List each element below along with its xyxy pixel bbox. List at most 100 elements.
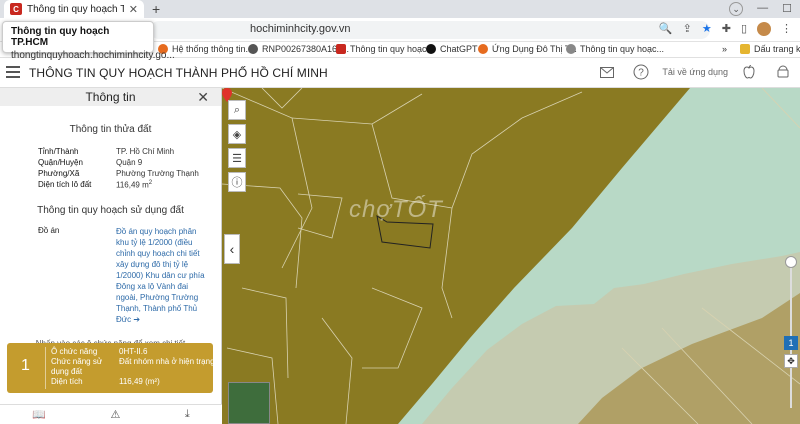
zoom-track [790,258,792,408]
minimize-icon[interactable]: — [757,2,768,16]
side-panel-icon[interactable]: ▯ [741,22,747,36]
close-icon[interactable]: ✕ [197,89,209,106]
header-icons: ? Tải về ứng dụng [590,62,800,82]
bookmark-item[interactable]: Thông tin quy hoạc... [336,44,434,54]
parcel-info-list: Tỉnh/Thành TP. Hồ Chí Minh Quận/Huyện Quận… [0,147,221,190]
lot-row: Diện tích 116,49 (m²) [51,377,215,387]
menu-icon[interactable]: ⋮ [781,22,792,36]
mail-icon[interactable] [597,62,617,82]
parcel-value: 116,49 m2 [116,180,152,190]
help-icon[interactable]: ? [631,62,651,82]
zoom-slider[interactable]: 1 ✥ [784,256,798,408]
bookmark-item[interactable]: Ứng Dụng Đô Thị T... [478,44,577,54]
window-controls: ⌄ — ☐ [729,2,792,16]
apple-icon[interactable] [739,62,759,82]
warning-icon[interactable]: ⚠ [110,408,120,421]
android-icon[interactable] [773,62,793,82]
legend-list-icon[interactable]: ☰ [228,148,246,168]
bookmark-item[interactable]: RNP00267380A16F... [248,44,349,54]
area-value: 116,49 m [116,180,149,190]
lot-row: Chức năng sử dụng đất Đất nhóm nhà ở hiện… [51,357,215,377]
hamburger-menu-icon[interactable] [6,66,20,78]
tooltip-title: Thông tin quy hoạch TP.HCM [11,26,110,48]
lot-value: Đất nhóm nhà ở hiện trạng [119,357,215,366]
search-icon[interactable]: ⌕ [228,100,246,120]
lot-key: Ô chức năng [51,347,98,356]
info-panel: Thông tin ✕ Thông tin thửa đất Tỉnh/Thàn… [0,88,222,424]
parcel-row: Tỉnh/Thành TP. Hồ Chí Minh [38,147,221,156]
globe-icon [566,44,576,54]
zoom-top-handle[interactable] [785,256,797,268]
map-toolbar: ⌕ ◈ ☰ ⓘ [228,100,246,196]
parcel-value: TP. Hồ Chí Minh [116,147,175,156]
new-tab-button[interactable]: + [152,1,160,17]
profile-avatar[interactable] [757,22,771,36]
tab-hover-tooltip: Thông tin quy hoạch TP.HCM thongtinquyho… [2,21,175,61]
maximize-icon[interactable]: ☐ [782,2,792,16]
section-usage-title: Thông tin quy hoạch sử dụng đất [37,204,184,216]
zoom-level-indicator[interactable]: 1 [784,336,798,350]
zoom-icon[interactable]: 🔍 [659,22,673,36]
parcel-key: Tỉnh/Thành [38,147,79,156]
lot-info: Ô chức năng 0HT-II.6 Chức năng sử dụng đấ… [51,347,215,387]
parcel-key: Diện tích lô đất [38,180,92,189]
url-field[interactable]: hochiminhcity.gov.vn [150,21,710,39]
bookmark-label: ChatGPT [440,44,478,54]
layers-icon[interactable]: ◈ [228,124,246,144]
close-icon[interactable]: ✕ [129,3,138,16]
section-parcel-title: Thông tin thửa đất [69,124,152,135]
plan-row: Đồ án Đồ án quy hoạch phân khu tỷ lệ 1/2… [38,226,221,325]
toolbar-icons: 🔍 ⇪ ★ ✚ ▯ ⋮ [659,22,792,36]
book-icon[interactable]: 📖 [32,408,46,421]
bookmark-folder[interactable]: Dấu trang khá [740,44,800,54]
site-favicon-icon: C [10,3,22,15]
bookmark-item[interactable]: ChatGPT [426,44,478,54]
share-icon[interactable]: ⇪ [683,22,692,36]
download-app-label[interactable]: Tải về ứng dụng [662,67,728,77]
bookmark-label: Hệ thống thông tin... [172,44,254,54]
parcel-key: Phường/Xã [38,169,80,178]
lot-value: 0HT-II.6 [119,347,148,356]
chatgpt-icon [426,44,436,54]
orange-site-icon [478,44,488,54]
panel-title: Thông tin [85,90,136,104]
gear-icon [248,44,258,54]
lot-divider [45,347,46,389]
site-favicon-icon [336,44,346,54]
chevron-down-icon[interactable]: ⌄ [729,2,744,16]
bookmark-item[interactable]: Thông tin quy hoạc... [566,44,664,54]
parcel-row: Phường/Xã Phường Trường Thạnh [38,169,221,178]
panel-footer: 📖 ⚠ ⤓ [0,404,222,424]
lot-card[interactable]: 1 Ô chức năng 0HT-II.6 Chức năng sử dụng … [7,343,215,393]
watermark: chợTỐT [349,196,443,223]
map-view[interactable]: chợTỐT ⌕ ◈ ☰ ⓘ ‹ 1 ✥ [222,88,800,424]
download-icon[interactable]: ⤓ [185,408,190,421]
browser-tabbar: C Thông tin quy hoạch TP.HCM ✕ + ⌄ — ☐ [0,0,800,18]
browser-tab[interactable]: C Thông tin quy hoạch TP.HCM ✕ [4,0,144,18]
pan-arrows-icon[interactable]: ✥ [784,354,798,368]
parcel-row: Quận/Huyện Quận 9 [38,158,221,167]
extensions-icon[interactable]: ✚ [722,22,731,36]
parcel-value: Phường Trường Thạnh [116,169,199,178]
url-text: hochiminhcity.gov.vn [250,23,351,35]
map-canvas [222,88,800,424]
bookmark-label: Dấu trang khá [754,44,800,54]
star-icon[interactable]: ★ [702,22,712,36]
app-title: THÔNG TIN QUY HOẠCH THÀNH PHỐ HỒ CHÍ MIN… [29,66,328,80]
bookmark-label: Ứng Dụng Đô Thị T... [492,44,577,54]
satellite-minimap[interactable] [228,382,270,424]
tab-title: Thông tin quy hoạch TP.HCM [27,3,124,15]
parcel-value: Quận 9 [116,158,143,167]
info-icon[interactable]: ⓘ [228,172,246,192]
more-bookmarks-icon[interactable]: » [722,44,727,54]
lot-key: Chức năng sử dụng đất [51,357,103,376]
lot-number: 1 [21,357,30,374]
plan-link[interactable]: Đồ án quy hoạch phân khu tỷ lệ 1/2000 (đ… [116,226,208,325]
panel-header: Thông tin ✕ [0,88,221,106]
bookmark-label: Thông tin quy hoạc... [350,44,435,54]
collapse-panel-button[interactable]: ‹ [224,234,240,264]
bookmark-label: Thông tin quy hoạc... [580,44,665,54]
plan-key: Đồ án [38,225,60,235]
parcel-row: Diện tích lô đất 116,49 m2 [38,180,221,190]
folder-icon [740,44,750,54]
